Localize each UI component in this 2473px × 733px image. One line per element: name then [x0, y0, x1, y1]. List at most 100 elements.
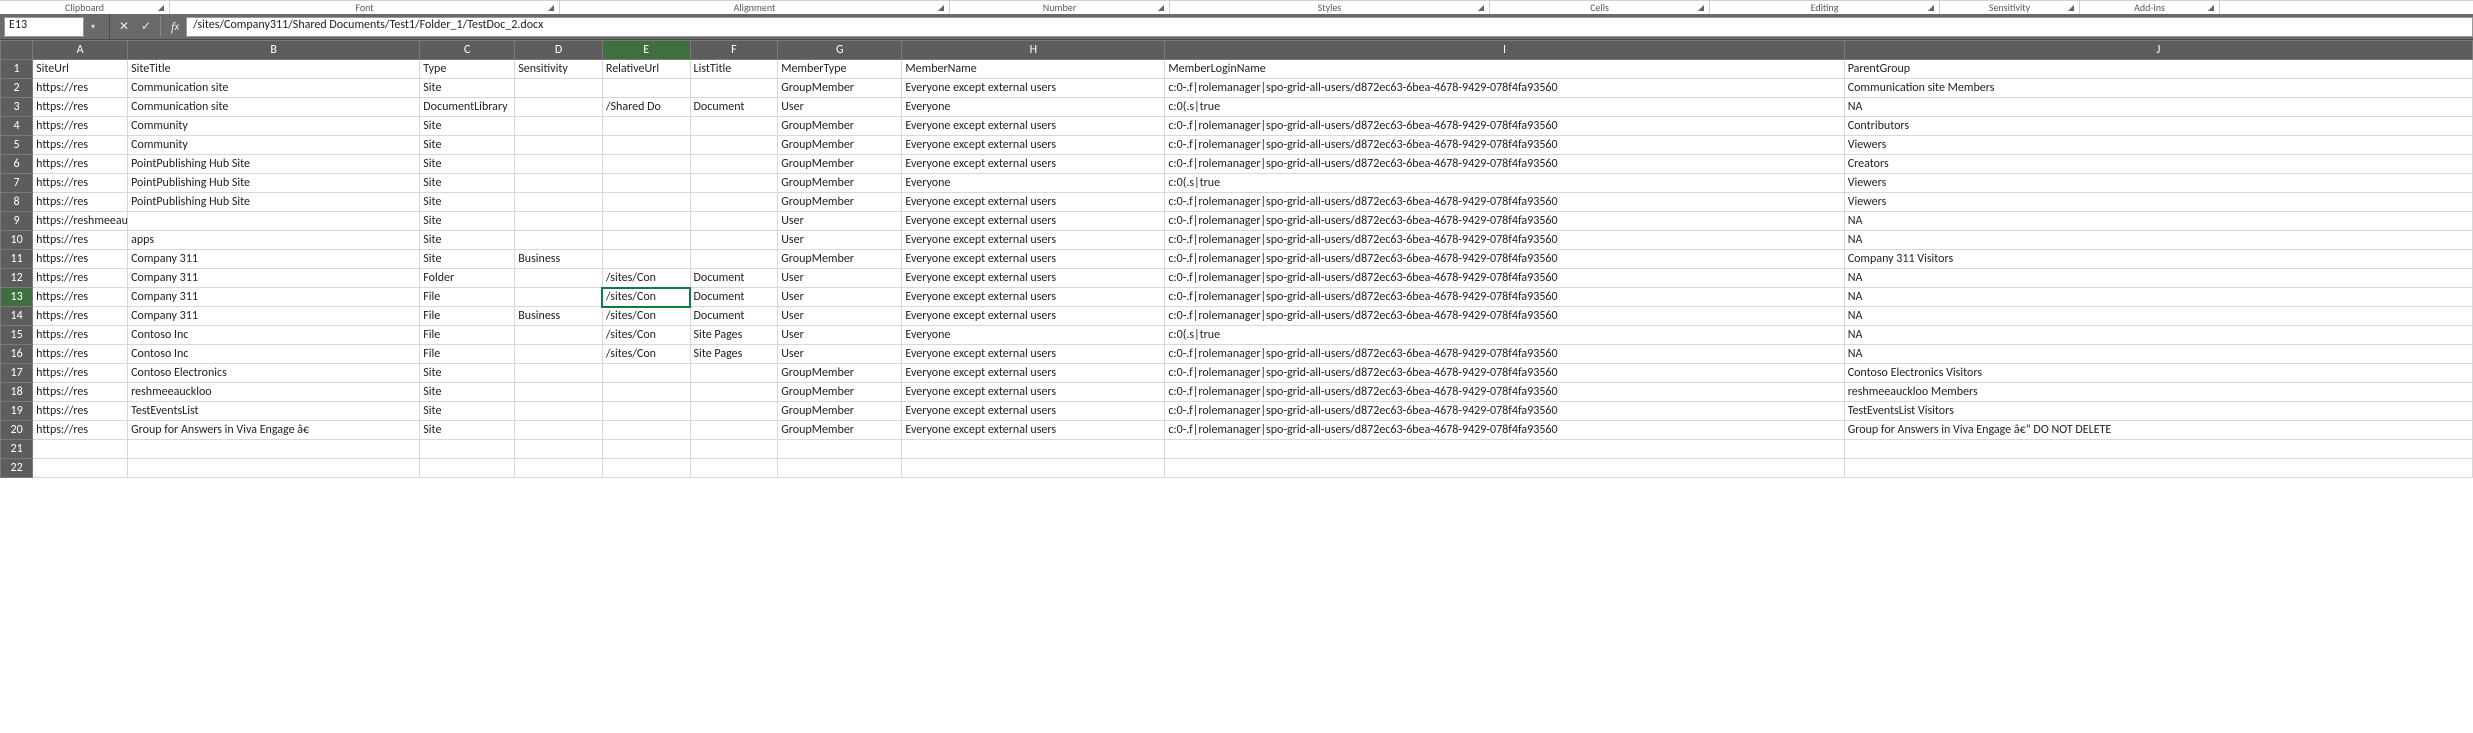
cell[interactable]: NA — [1844, 307, 2472, 326]
cell[interactable]: Sensitivity — [515, 60, 603, 79]
row-header[interactable]: 9 — [1, 212, 33, 231]
cell[interactable]: Everyone except external users — [902, 212, 1165, 231]
cell[interactable]: Community — [128, 136, 420, 155]
cell[interactable] — [515, 421, 603, 440]
cell[interactable]: User — [778, 288, 902, 307]
insert-function-button[interactable]: fx — [164, 14, 186, 39]
cell[interactable]: c:0-.f|rolemanager|spo-grid-all-users/d8… — [1165, 269, 1844, 288]
column-header-E[interactable]: E — [602, 41, 690, 60]
cell[interactable] — [690, 402, 778, 421]
cell[interactable]: Everyone except external users — [902, 136, 1165, 155]
cell[interactable]: c:0-.f|rolemanager|spo-grid-all-users/d8… — [1165, 421, 1844, 440]
cell[interactable] — [690, 383, 778, 402]
cell[interactable] — [515, 345, 603, 364]
cell[interactable]: Contoso Electronics Visitors — [1844, 364, 2472, 383]
cell[interactable]: /sites/Con — [602, 269, 690, 288]
column-header-B[interactable]: B — [128, 41, 420, 60]
cell[interactable] — [690, 250, 778, 269]
row-header[interactable]: 12 — [1, 269, 33, 288]
cell[interactable]: Everyone — [902, 326, 1165, 345]
cell[interactable]: Document — [690, 269, 778, 288]
cell[interactable]: Document — [690, 288, 778, 307]
dialog-launcher-icon[interactable]: ◢ — [2206, 3, 2216, 13]
cell[interactable]: NA — [1844, 288, 2472, 307]
cell[interactable]: NA — [1844, 98, 2472, 117]
cell[interactable]: /Shared Do — [602, 98, 690, 117]
cell[interactable] — [602, 155, 690, 174]
cell[interactable]: Everyone except external users — [902, 383, 1165, 402]
row-header[interactable]: 4 — [1, 117, 33, 136]
cell[interactable]: Site — [420, 250, 515, 269]
cell[interactable]: Communication site — [128, 98, 420, 117]
column-header-F[interactable]: F — [690, 41, 778, 60]
row-header[interactable]: 15 — [1, 326, 33, 345]
dialog-launcher-icon[interactable]: ◢ — [936, 3, 946, 13]
column-header-H[interactable]: H — [902, 41, 1165, 60]
name-box[interactable]: E13 — [4, 17, 84, 37]
cell[interactable] — [128, 459, 420, 478]
cell[interactable]: Contoso Inc — [128, 326, 420, 345]
cell[interactable] — [690, 155, 778, 174]
cell[interactable]: NA — [1844, 345, 2472, 364]
cell[interactable] — [515, 459, 603, 478]
column-header-D[interactable]: D — [515, 41, 603, 60]
cell[interactable] — [690, 212, 778, 231]
cancel-formula-button[interactable]: ✕ — [113, 14, 135, 39]
cell[interactable]: Site — [420, 155, 515, 174]
cell[interactable] — [515, 326, 603, 345]
cell[interactable] — [690, 193, 778, 212]
row-header[interactable]: 3 — [1, 98, 33, 117]
formula-input[interactable]: /sites/Company311/Shared Documents/Test1… — [186, 17, 2473, 37]
column-header-I[interactable]: I — [1165, 41, 1844, 60]
cell[interactable]: ListTitle — [690, 60, 778, 79]
cell[interactable]: https://res — [33, 288, 128, 307]
cell[interactable]: c:0-.f|rolemanager|spo-grid-all-users/d8… — [1165, 79, 1844, 98]
cell[interactable]: File — [420, 288, 515, 307]
cell[interactable] — [690, 136, 778, 155]
cell[interactable]: Creators — [1844, 155, 2472, 174]
cell[interactable]: Business — [515, 307, 603, 326]
cell[interactable]: https://res — [33, 79, 128, 98]
cell[interactable]: https://res — [33, 117, 128, 136]
cell[interactable]: https://reshmeeauckloo.sharepoint.com/se… — [33, 212, 128, 231]
cell[interactable]: c:0-.f|rolemanager|spo-grid-all-users/d8… — [1165, 402, 1844, 421]
cell[interactable]: https://res — [33, 98, 128, 117]
cell[interactable]: Company 311 — [128, 269, 420, 288]
cell[interactable] — [33, 459, 128, 478]
cell[interactable]: c:0(.s|true — [1165, 326, 1844, 345]
cell[interactable]: https://res — [33, 345, 128, 364]
cell[interactable]: Everyone except external users — [902, 231, 1165, 250]
cell[interactable]: Community — [128, 117, 420, 136]
cell[interactable]: PointPublishing Hub Site — [128, 155, 420, 174]
row-header[interactable]: 13 — [1, 288, 33, 307]
cell[interactable] — [1844, 459, 2472, 478]
row-header[interactable]: 8 — [1, 193, 33, 212]
cell[interactable] — [1165, 459, 1844, 478]
cell[interactable]: GroupMember — [778, 250, 902, 269]
dialog-launcher-icon[interactable]: ◢ — [1476, 3, 1486, 13]
dialog-launcher-icon[interactable]: ◢ — [1156, 3, 1166, 13]
cell[interactable]: https://res — [33, 155, 128, 174]
cell[interactable]: RelativeUrl — [602, 60, 690, 79]
name-box-dropdown[interactable]: ▾ — [84, 17, 102, 37]
cell[interactable]: Everyone except external users — [902, 288, 1165, 307]
cell[interactable] — [1165, 440, 1844, 459]
cell[interactable]: DocumentLibrary — [420, 98, 515, 117]
cell[interactable]: Viewers — [1844, 136, 2472, 155]
cell[interactable]: Everyone except external users — [902, 402, 1165, 421]
cell[interactable]: c:0-.f|rolemanager|spo-grid-all-users/d8… — [1165, 345, 1844, 364]
cell[interactable]: c:0-.f|rolemanager|spo-grid-all-users/d8… — [1165, 231, 1844, 250]
dialog-launcher-icon[interactable]: ◢ — [2066, 3, 2076, 13]
cell[interactable]: Contoso Inc — [128, 345, 420, 364]
cell[interactable]: Site — [420, 136, 515, 155]
cell[interactable] — [515, 98, 603, 117]
spreadsheet-grid[interactable]: ABCDEFGHIJ1SiteUrlSiteTitleTypeSensitivi… — [0, 40, 2473, 478]
cell[interactable]: Site — [420, 402, 515, 421]
cell[interactable] — [602, 136, 690, 155]
cell[interactable]: Site Pages — [690, 345, 778, 364]
cell[interactable]: https://res — [33, 269, 128, 288]
cell[interactable]: Site — [420, 212, 515, 231]
cell[interactable]: /sites/Con — [602, 345, 690, 364]
cell[interactable] — [602, 383, 690, 402]
cell[interactable] — [515, 231, 603, 250]
